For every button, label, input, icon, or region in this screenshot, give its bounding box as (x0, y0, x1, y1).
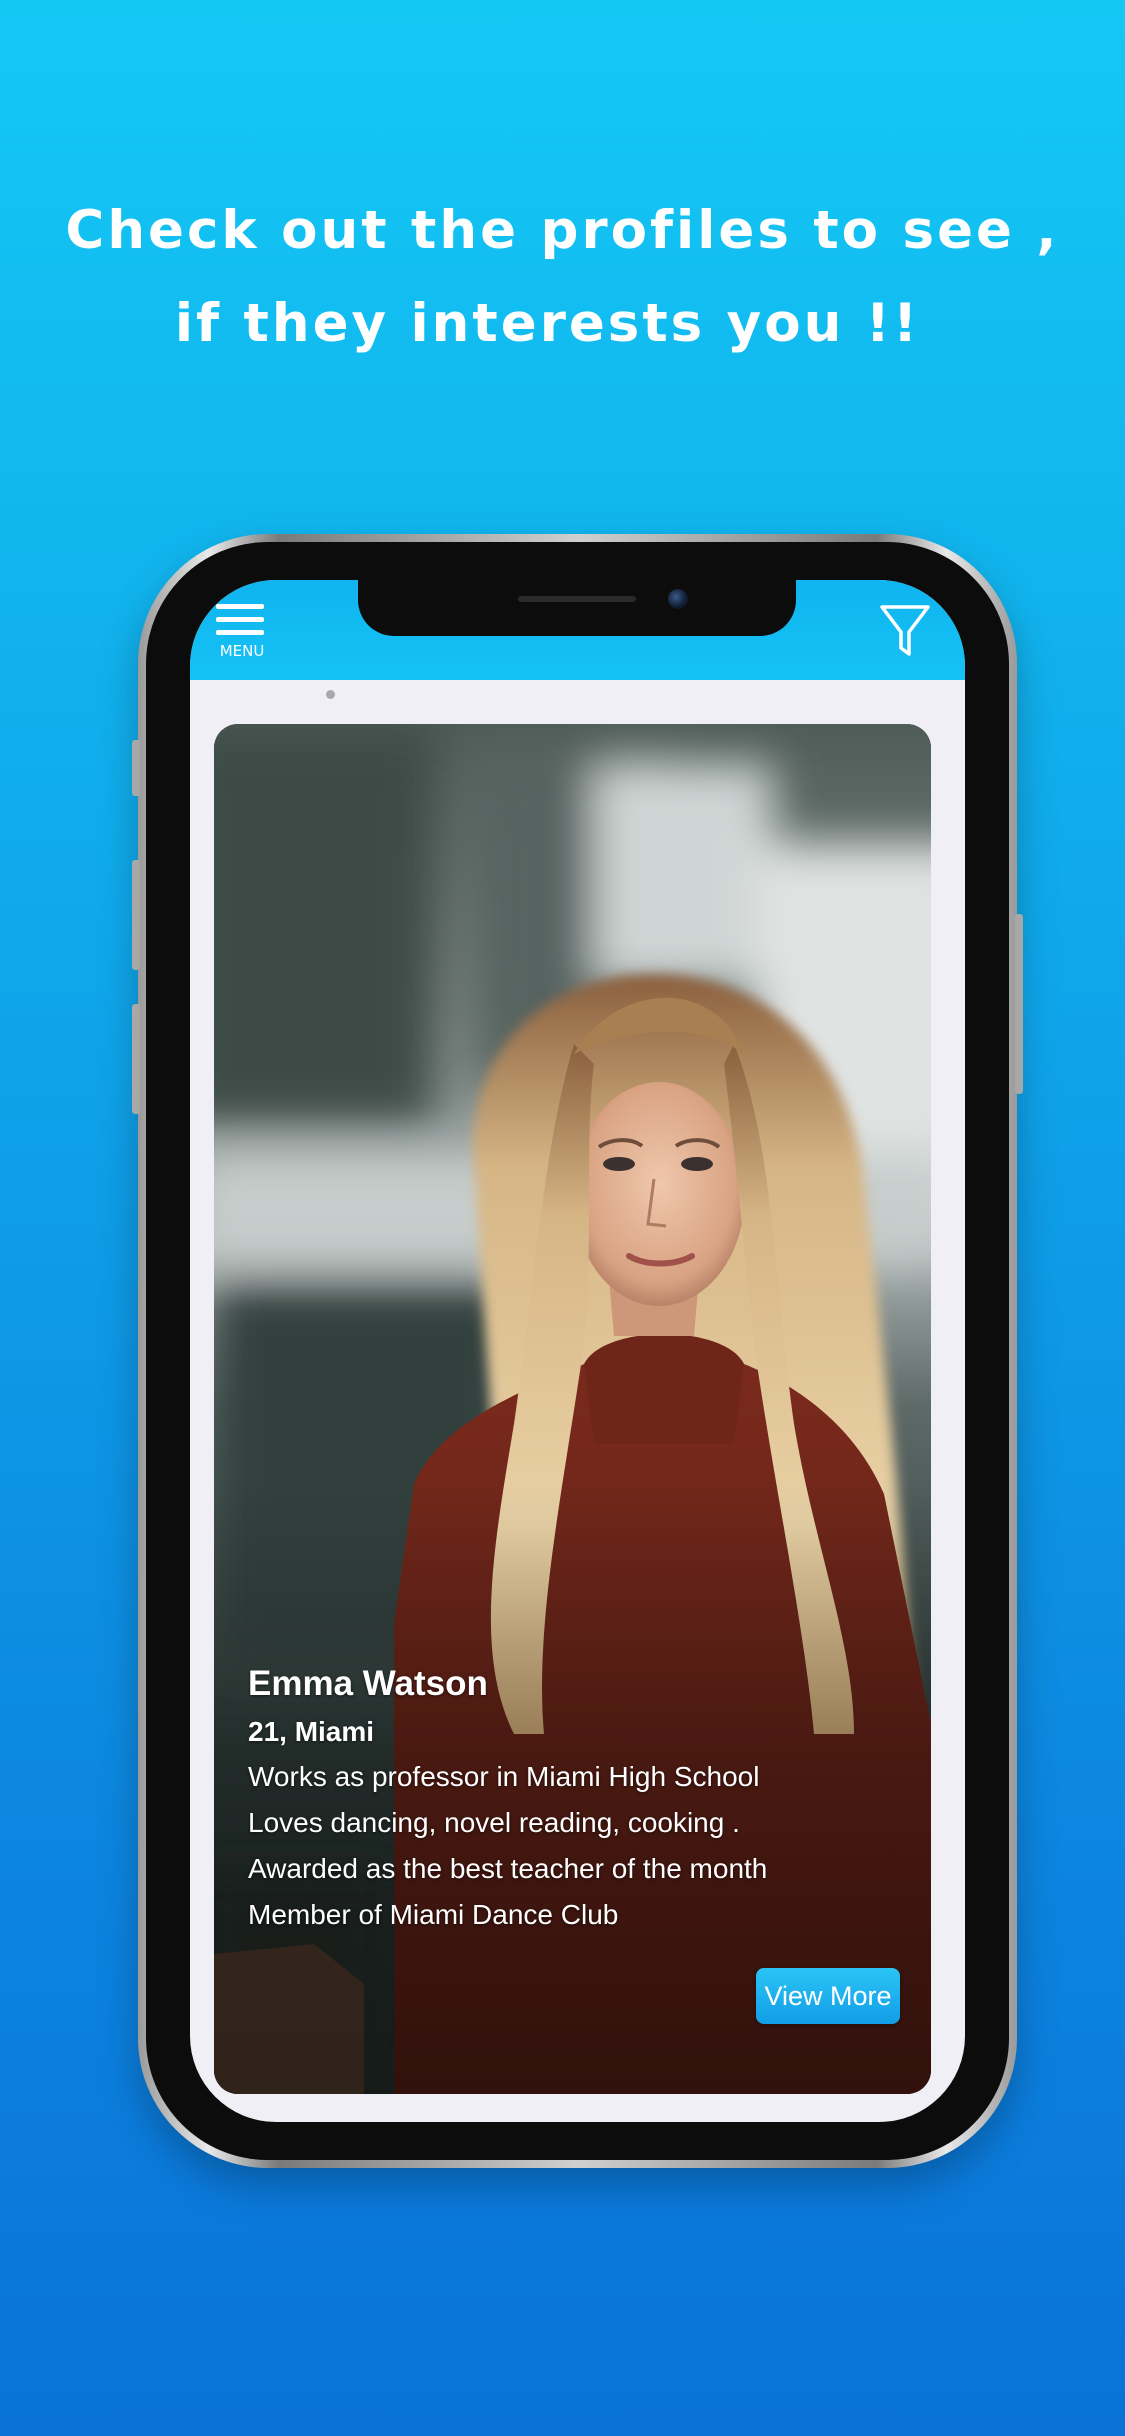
promo-headline-line-1: Check out the profiles to see , (65, 200, 1060, 261)
profile-age-location: 21, Miami (248, 1716, 375, 1747)
funnel-filter-icon (880, 605, 930, 656)
profile-detail-line: Awarded as the best teacher of the month (248, 1853, 768, 1884)
view-more-button[interactable]: View More (756, 1968, 900, 2024)
profile-info: Emma Watson 21, Miami Works as professor… (248, 1662, 767, 1938)
phone-notch (358, 580, 796, 636)
profile-detail-line: Member of Miami Dance Club (248, 1899, 619, 1930)
phone-silent-switch (132, 740, 140, 796)
app-header: MENU (190, 580, 965, 680)
menu-label: MENU (219, 642, 265, 660)
front-camera (668, 589, 688, 609)
hamburger-menu-icon-bar (216, 617, 264, 622)
phone-power-button (1015, 914, 1023, 1094)
page-indicator-dot (326, 690, 335, 699)
profile-name: Emma Watson (248, 1664, 488, 1703)
filter-button[interactable] (879, 602, 931, 660)
profile-detail-line: Works as professor in Miami High School (248, 1761, 760, 1792)
menu-button[interactable]: MENU (214, 602, 270, 662)
phone-volume-up-button (132, 860, 140, 970)
profile-card[interactable]: Emma Watson 21, Miami Works as professor… (214, 724, 931, 2094)
profile-detail-line: Loves dancing, novel reading, cooking . (248, 1807, 740, 1838)
hamburger-menu-icon (216, 604, 264, 609)
app-screen: MENU Emma Watson 21, Miami Works as prof… (190, 580, 965, 2122)
speaker-grille (518, 596, 636, 602)
phone-mockup: MENU Emma Watson 21, Miami Works as prof… (132, 534, 1023, 2168)
promo-headline-line-2: if they interests you !! (174, 293, 921, 354)
hamburger-menu-icon-bar (216, 630, 264, 635)
phone-volume-down-button (132, 1004, 140, 1114)
